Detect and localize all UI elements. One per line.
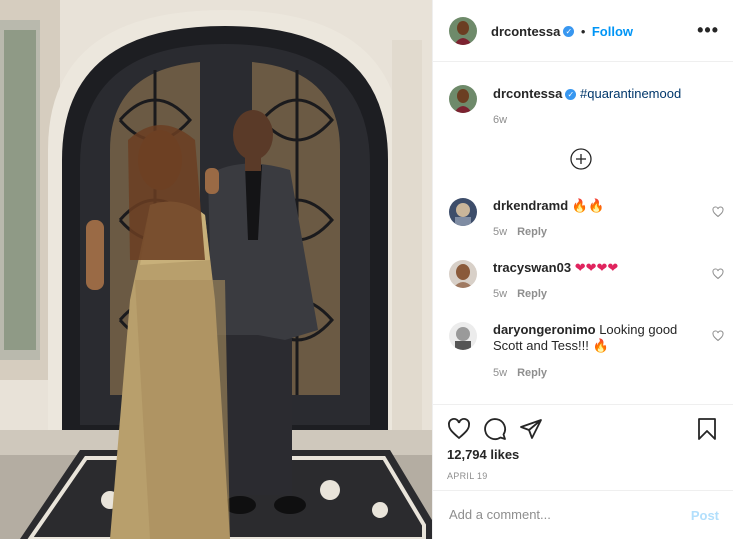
comment-age: 5w xyxy=(493,367,508,379)
comment-body: ❤❤❤❤ xyxy=(574,260,619,275)
comment-text: drkendramd 🔥🔥 xyxy=(493,198,693,214)
avatar[interactable] xyxy=(449,260,477,288)
post-details-panel: drcontessa ✓ • Follow ••• drcontessa ✓ #qu… xyxy=(432,0,733,539)
add-comment-bar: Post xyxy=(433,490,733,539)
comment-age: 5w xyxy=(493,288,508,300)
comment-username[interactable]: daryongeronimo xyxy=(493,322,596,337)
comment-username[interactable]: drkendramd xyxy=(493,198,568,213)
instagram-post-modal: drcontessa ✓ • Follow ••• drcontessa ✓ #qu… xyxy=(0,0,733,539)
avatar[interactable] xyxy=(449,17,477,45)
caption-username[interactable]: drcontessa xyxy=(493,86,562,101)
verified-badge-icon: ✓ xyxy=(563,26,575,38)
like-comment-heart-icon[interactable] xyxy=(712,206,724,218)
comment-icon[interactable] xyxy=(483,417,507,441)
comment-age: 5w xyxy=(493,226,508,238)
more-options-icon[interactable]: ••• xyxy=(697,20,719,41)
comment-username[interactable]: tracyswan03 xyxy=(493,260,571,275)
comment-body: 🔥🔥 xyxy=(571,198,605,213)
separator-dot: • xyxy=(580,24,586,39)
share-icon[interactable] xyxy=(519,417,543,441)
like-comment-heart-icon[interactable] xyxy=(712,268,724,280)
post-actions: 12,794 likes APRIL 19 xyxy=(433,404,733,490)
comment-text: tracyswan03 ❤❤❤❤ xyxy=(493,260,693,276)
caption-age: 6w xyxy=(493,114,508,126)
avatar[interactable] xyxy=(449,322,477,350)
comment-item: daryongeronimo Looking good Scott and Te… xyxy=(447,322,724,388)
header-username[interactable]: drcontessa xyxy=(491,24,560,39)
reply-button[interactable]: Reply xyxy=(517,367,547,379)
avatar[interactable] xyxy=(449,85,477,113)
comment-text: daryongeronimo Looking good Scott and Te… xyxy=(493,322,693,354)
comment-meta: 5w Reply xyxy=(493,367,547,379)
header-user-line: drcontessa ✓ • Follow xyxy=(491,23,633,41)
comment-meta: 5w Reply xyxy=(493,226,547,238)
avatar[interactable] xyxy=(449,198,477,226)
post-photo[interactable] xyxy=(0,0,432,539)
post-header: drcontessa ✓ • Follow ••• xyxy=(433,0,733,62)
load-more-icon[interactable] xyxy=(570,148,592,170)
post-date[interactable]: APRIL 19 xyxy=(447,471,488,481)
comments-list: drcontessa ✓ #quarantinemood 6w drkendram… xyxy=(433,62,733,404)
comment-input[interactable] xyxy=(447,506,671,523)
comment-meta: 5w Reply xyxy=(493,288,547,300)
comment-item: tracyswan03 ❤❤❤❤ 5w Reply xyxy=(447,260,724,310)
post-comment-button[interactable]: Post xyxy=(691,508,719,523)
caption-hashtag[interactable]: #quarantinemood xyxy=(580,86,681,101)
like-comment-heart-icon[interactable] xyxy=(712,330,724,342)
reply-button[interactable]: Reply xyxy=(517,226,547,238)
caption: drcontessa ✓ #quarantinemood 6w xyxy=(447,84,712,144)
bookmark-icon[interactable] xyxy=(695,417,719,441)
likes-count[interactable]: 12,794 likes xyxy=(447,447,519,462)
heart-icon[interactable] xyxy=(447,417,471,441)
reply-button[interactable]: Reply xyxy=(517,288,547,300)
comment-item: drkendramd 🔥🔥 5w Reply xyxy=(447,198,724,248)
verified-badge-icon: ✓ xyxy=(565,89,577,101)
follow-button[interactable]: Follow xyxy=(592,24,633,39)
caption-text: drcontessa ✓ #quarantinemood xyxy=(493,86,693,102)
